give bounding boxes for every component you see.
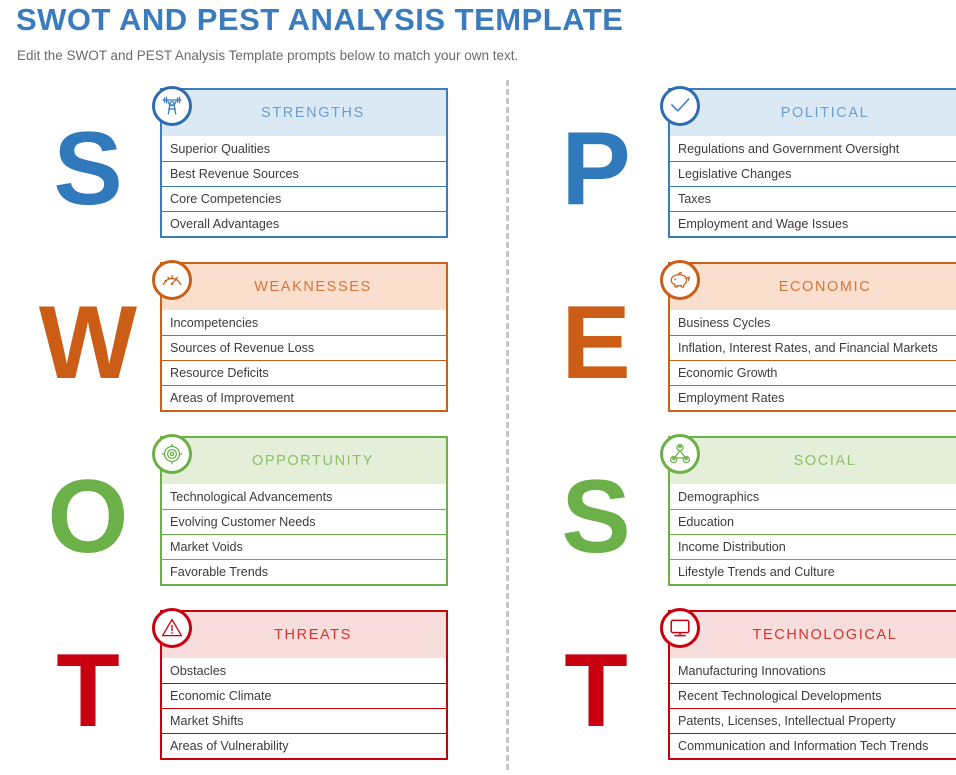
- big-letter-political: P: [561, 111, 631, 227]
- big-letter-technological: T: [564, 633, 628, 749]
- panel-row[interactable]: Recent Technological Developments: [670, 683, 956, 708]
- target-icon: [152, 434, 192, 474]
- panel-row-list: Incompetencies Sources of Revenue Loss Res…: [162, 310, 446, 410]
- panel-title: STRENGTHS: [261, 105, 365, 121]
- panel-political: POLITICAL Regulations and Government Over…: [660, 86, 956, 238]
- panel-row[interactable]: Regulations and Government Oversight: [670, 136, 956, 161]
- center-divider: [506, 80, 509, 770]
- panel-header-social: SOCIAL: [660, 434, 956, 484]
- panel-row[interactable]: Areas of Improvement: [162, 385, 446, 410]
- panel-social: SOCIAL Demographics Education Income Distri…: [660, 434, 956, 586]
- panel-row-list: Superior Qualities Best Revenue Sources Co…: [162, 136, 446, 236]
- big-letter-economic: E: [561, 285, 631, 401]
- panel-row[interactable]: Market Voids: [162, 534, 446, 559]
- panel-header-technological: TECHNOLOGICAL: [660, 608, 956, 658]
- panel-row[interactable]: Employment Rates: [670, 385, 956, 410]
- panel-row-list: Obstacles Economic Climate Market Shifts Ar…: [162, 658, 446, 758]
- panel-row[interactable]: Manufacturing Innovations: [670, 658, 956, 683]
- panel-row[interactable]: Business Cycles: [670, 310, 956, 335]
- panel-opportunity: OPPORTUNITY Technological Advancements Evo…: [152, 434, 448, 586]
- piggy-bank-icon: [660, 260, 700, 300]
- panel-row[interactable]: Resource Deficits: [162, 360, 446, 385]
- panel-title: ECONOMIC: [778, 279, 872, 295]
- big-letter-opportunity: O: [47, 459, 129, 575]
- panel-row[interactable]: Education: [670, 509, 956, 534]
- monitor-icon: [660, 608, 700, 648]
- panel-row[interactable]: Economic Climate: [162, 683, 446, 708]
- panel-title: TECHNOLOGICAL: [752, 627, 898, 643]
- panel-row[interactable]: Patents, Licenses, Intellectual Property: [670, 708, 956, 733]
- panel-header-strengths: STRENGTHS: [152, 86, 446, 136]
- panel-row[interactable]: Legislative Changes: [670, 161, 956, 186]
- panel-row[interactable]: Obstacles: [162, 658, 446, 683]
- panel-row[interactable]: Income Distribution: [670, 534, 956, 559]
- panel-row[interactable]: Overall Advantages: [162, 211, 446, 236]
- panel-row[interactable]: Sources of Revenue Loss: [162, 335, 446, 360]
- panel-strengths: STRENGTHS Superior Qualities Best Revenue …: [152, 86, 448, 238]
- big-letter-social: S: [561, 459, 631, 575]
- panel-title: OPPORTUNITY: [251, 453, 375, 469]
- panel-row[interactable]: Superior Qualities: [162, 136, 446, 161]
- gauge-icon: [152, 260, 192, 300]
- panel-row-list: Demographics Education Income Distribution…: [670, 484, 956, 584]
- panel-title: SOCIAL: [793, 453, 857, 469]
- panel-row-list: Manufacturing Innovations Recent Technolo…: [670, 658, 956, 758]
- big-letter-weaknesses: W: [38, 285, 138, 401]
- panel-row[interactable]: Demographics: [670, 484, 956, 509]
- panel-row[interactable]: Employment and Wage Issues: [670, 211, 956, 236]
- panel-row[interactable]: Taxes: [670, 186, 956, 211]
- network-people-icon: [660, 434, 700, 474]
- panel-row[interactable]: Incompetencies: [162, 310, 446, 335]
- panel-row[interactable]: Favorable Trends: [162, 559, 446, 584]
- panel-row[interactable]: Best Revenue Sources: [162, 161, 446, 186]
- panel-header-economic: ECONOMIC: [660, 260, 956, 310]
- panel-threats: THREATS Obstacles Economic Climate Market S…: [152, 608, 448, 760]
- panel-row-list: Technological Advancements Evolving Custo…: [162, 484, 446, 584]
- panel-row[interactable]: Inflation, Interest Rates, and Financial…: [670, 335, 956, 360]
- panel-row[interactable]: Lifestyle Trends and Culture: [670, 559, 956, 584]
- panel-row[interactable]: Core Competencies: [162, 186, 446, 211]
- panel-header-threats: THREATS: [152, 608, 446, 658]
- panel-economic: ECONOMIC Business Cycles Inflation, Intere…: [660, 260, 956, 412]
- panel-row[interactable]: Economic Growth: [670, 360, 956, 385]
- panel-header-weaknesses: WEAKNESSES: [152, 260, 446, 310]
- panel-row[interactable]: Evolving Customer Needs: [162, 509, 446, 534]
- warning-triangle-icon: [152, 608, 192, 648]
- panel-weaknesses: WEAKNESSES Incompetencies Sources of Reven…: [152, 260, 448, 412]
- panel-row-list: Business Cycles Inflation, Interest Rates…: [670, 310, 956, 410]
- panel-title: THREATS: [274, 627, 352, 643]
- panel-title: WEAKNESSES: [254, 279, 372, 295]
- panel-header-political: POLITICAL: [660, 86, 956, 136]
- panel-header-opportunity: OPPORTUNITY: [152, 434, 446, 484]
- panel-row[interactable]: Technological Advancements: [162, 484, 446, 509]
- panel-row[interactable]: Areas of Vulnerability: [162, 733, 446, 758]
- page-subtitle: Edit the SWOT and PEST Analysis Template…: [17, 48, 519, 63]
- weightlifter-icon: [152, 86, 192, 126]
- checkmark-circle-icon: [660, 86, 700, 126]
- panel-title: POLITICAL: [780, 105, 870, 121]
- big-letter-threats: T: [56, 633, 120, 749]
- big-letter-strengths: S: [53, 111, 123, 227]
- page-title: SWOT AND PEST ANALYSIS TEMPLATE: [16, 2, 624, 37]
- panel-technological: TECHNOLOGICAL Manufacturing Innovations Re…: [660, 608, 956, 760]
- panel-row[interactable]: Market Shifts: [162, 708, 446, 733]
- panel-row[interactable]: Communication and Information Tech Trend…: [670, 733, 956, 758]
- panel-row-list: Regulations and Government Oversight Legi…: [670, 136, 956, 236]
